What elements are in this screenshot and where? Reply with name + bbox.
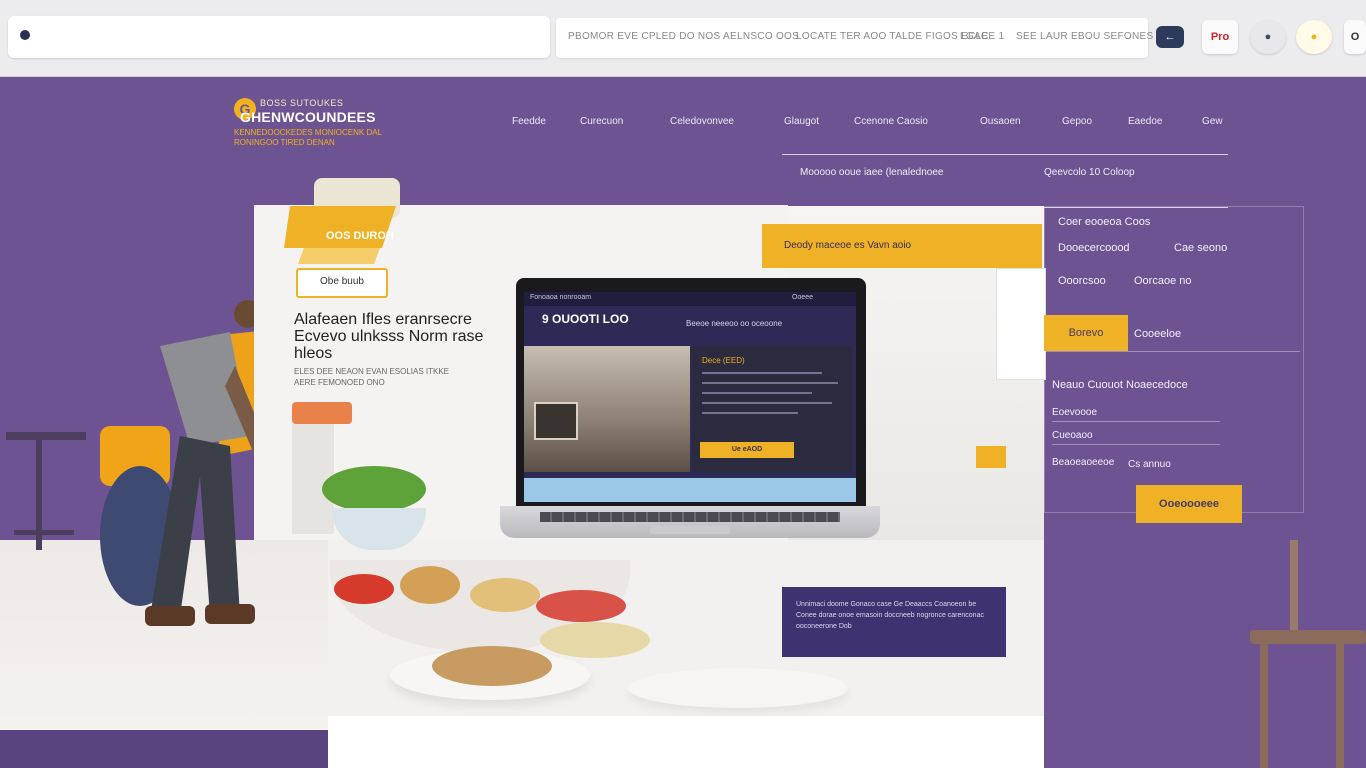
- tab-label[interactable]: SEE LAUR EBOU SEFONES: [1016, 31, 1153, 42]
- footer-strip: [0, 730, 328, 768]
- stool-icon: [6, 432, 86, 550]
- form-field-label: Beaoeaoeeoe: [1052, 457, 1115, 468]
- panel-row[interactable]: Ooorcsoo: [1058, 275, 1106, 287]
- header-info-right[interactable]: Qeevcolo 10 Coloop: [1044, 167, 1135, 178]
- nav-item[interactable]: Glaugot: [784, 116, 819, 127]
- tomato-image: [334, 574, 394, 604]
- nav-item[interactable]: Gew: [1202, 116, 1223, 127]
- salad-image: [322, 466, 426, 512]
- plate-image: [628, 668, 848, 708]
- globe-icon[interactable]: ●: [1250, 20, 1286, 54]
- text-line: [702, 372, 822, 374]
- laptop-screen-button: Ue eAOD: [700, 442, 794, 458]
- pasta-image: [470, 578, 540, 612]
- form-field-input[interactable]: [1052, 444, 1220, 445]
- logo-tagline: BOSS SUTOUKES: [260, 98, 344, 108]
- tab-other[interactable]: Cooeeloe: [1134, 328, 1181, 340]
- submit-button[interactable]: Ooeoooeee: [1136, 485, 1242, 523]
- laptop-keyboard: [540, 512, 840, 522]
- bread-image: [400, 566, 460, 604]
- panel-row: Neauo Cuouot Noaecedoce: [1052, 379, 1188, 391]
- tab-strip: PBOMOR EVE CPLED DO NOS AELNSCO OOS LOCA…: [556, 18, 1153, 58]
- mail-icon[interactable]: ←: [1156, 26, 1184, 48]
- panel-row-right[interactable]: Cae seono: [1174, 242, 1227, 254]
- oven-image: [534, 402, 578, 440]
- rice-image: [540, 622, 650, 658]
- promo-badge-icon: [284, 178, 400, 264]
- laptop-screen-footer: [524, 478, 856, 502]
- form-field-value[interactable]: Cs annuo: [1128, 459, 1171, 470]
- laptop-trackpad: [650, 526, 730, 534]
- pro-badge-icon[interactable]: Pro: [1202, 20, 1238, 54]
- nav-item[interactable]: Curecuon: [580, 116, 623, 127]
- nav-item[interactable]: Celedovonvee: [670, 116, 734, 127]
- divider: [1044, 351, 1300, 352]
- panel-row: Coer eooeoa Coos: [1058, 216, 1151, 228]
- tab-label[interactable]: LGACE 1: [960, 31, 1004, 42]
- counter-front: [328, 716, 1044, 768]
- hero-headline: Alafeaen Ifles eranrsecre Ecvevo ulnksss…: [294, 311, 484, 362]
- text-line: [702, 382, 838, 384]
- form-field-label: Eoevoooe: [1052, 407, 1098, 418]
- hero-subline: ELES DEE NEAON EVAN ESOLIAS ITKKE AERE F…: [294, 367, 450, 387]
- nav-item[interactable]: Gepoo: [1062, 116, 1092, 127]
- laptop-nav-item: Fonoaoa nonrooam: [530, 294, 592, 301]
- laptop-screen-title: 9 OUOOTI LOO: [542, 312, 629, 326]
- laptop-sidebar-title: Dece (EED): [702, 356, 745, 365]
- form-field-input[interactable]: [1052, 421, 1220, 422]
- nav-item[interactable]: Eaedoe: [1128, 116, 1162, 127]
- pepper-image: [536, 590, 626, 622]
- text-line: [702, 392, 812, 394]
- panel-row[interactable]: Dooecercoood: [1058, 242, 1130, 254]
- nav-item[interactable]: Ccenone Caosio: [854, 116, 928, 127]
- laptop-screen-nav: Fonoaoa nonrooam Ooeee: [524, 292, 856, 306]
- nav-item[interactable]: Ousaoen: [980, 116, 1021, 127]
- tab-active[interactable]: Borevo: [1044, 315, 1128, 351]
- chair-icon: [1250, 540, 1366, 768]
- bread-plate-image: [432, 646, 552, 686]
- tab-label[interactable]: PBOMOR EVE CPLED DO NOS AELNSCO OOS: [568, 31, 799, 42]
- address-bar[interactable]: [8, 16, 550, 58]
- logo-name[interactable]: GHENWCOUNDEES: [240, 109, 376, 125]
- header-info-left: Mooooo ooue iaee (lenalednoee: [800, 167, 944, 178]
- badge-text: OOS DUROH: [326, 230, 394, 242]
- laptop-screen-tagline: Beeoe neeeoo oo oceoone: [686, 319, 783, 328]
- panel-row-right[interactable]: Oorcaoe no: [1134, 275, 1191, 287]
- logo-subtitle: KENNEDOOCKEDES MONIOCENK DAL RONINGOO TI…: [234, 128, 382, 147]
- profile-icon[interactable]: O: [1344, 20, 1366, 54]
- plant-pot-image: [292, 402, 352, 424]
- sun-icon[interactable]: ●: [1296, 20, 1332, 54]
- cabinet-image: [996, 268, 1046, 380]
- accent-tag: [976, 446, 1006, 468]
- site-status-icon: [20, 30, 30, 40]
- text-line: [702, 402, 832, 404]
- text-line: [702, 412, 798, 414]
- form-field-label: Cueoaoo: [1052, 430, 1093, 441]
- badge-label-button[interactable]: Obe buub: [296, 268, 388, 298]
- caption-box: Unnimaci doome Gonaco case Ge Deaaccs Co…: [782, 587, 1006, 657]
- header-info-panel: Mooooo ooue iaee (lenalednoee Qeevcolo 1…: [782, 154, 1228, 208]
- laptop-nav-item: Ooeee: [792, 294, 814, 301]
- ad-strip[interactable]: Deody maceoe es Vavn aoio: [762, 224, 1042, 268]
- nav-item[interactable]: Feedde: [512, 116, 546, 127]
